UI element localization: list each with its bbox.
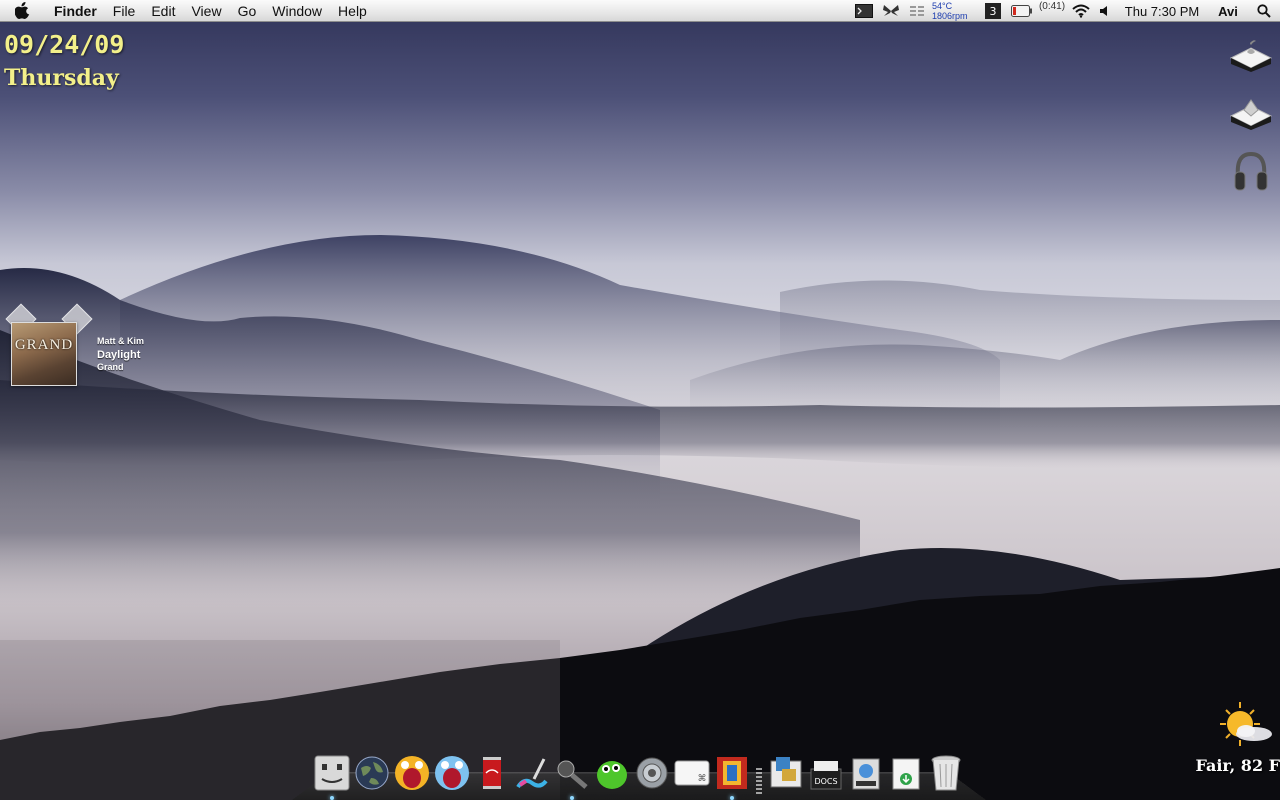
terminal-menu-extra[interactable] <box>850 0 878 22</box>
album-art-title: GRAND <box>12 337 76 354</box>
album-name: Grand <box>97 362 144 372</box>
docs-label: DOCS <box>814 777 837 786</box>
dock-keyboard-key[interactable]: ⌘ <box>672 752 712 794</box>
headphones-icon <box>1232 150 1270 194</box>
dock-screaming-face-blue[interactable] <box>432 752 472 794</box>
dock-coca-cola[interactable] <box>472 752 512 794</box>
media-stack-icon <box>848 755 884 791</box>
terminal-icon <box>855 4 873 18</box>
running-indicator <box>730 796 734 800</box>
battery-time-remaining: (0:41) <box>1036 0 1068 22</box>
drive-icon <box>1229 36 1273 72</box>
photo-booth-icon <box>715 755 749 791</box>
date-widget: 09/24/09 Thursday <box>4 30 124 91</box>
cpu-meter-icon <box>909 4 925 18</box>
spaces-menu-extra[interactable]: 3 <box>978 0 1008 22</box>
day-text: Thursday <box>4 65 124 91</box>
keyboard-key-icon: ⌘ <box>674 759 710 787</box>
now-playing-widget: GRAND Matt & Kim Daylight Grand <box>8 308 168 392</box>
dock-globe[interactable] <box>352 752 392 794</box>
track-name: Daylight <box>97 349 144 361</box>
running-indicator <box>570 796 574 800</box>
coca-cola-can-icon <box>481 755 503 791</box>
screaming-face-icon <box>394 755 430 791</box>
dock-gear[interactable] <box>632 752 672 794</box>
dock-green-creature[interactable] <box>592 752 632 794</box>
menu-bar: Finder File Edit View Go Window Help 54°… <box>0 0 1280 22</box>
dock-media-stack[interactable] <box>846 752 886 794</box>
drive-icon <box>1229 94 1273 130</box>
temperature-value: 54°C <box>932 1 952 11</box>
dock-downloads-stack[interactable] <box>886 752 926 794</box>
dock-screaming-face[interactable] <box>392 752 432 794</box>
temperature-monitor[interactable]: 54°C 1806rpm <box>930 0 978 22</box>
dock-docs-stack[interactable]: DOCS <box>806 752 846 794</box>
sun-cloud-icon <box>1216 700 1276 750</box>
menu-file[interactable]: File <box>105 0 144 22</box>
gear-icon <box>635 756 669 790</box>
dock-photo-booth[interactable] <box>712 752 752 794</box>
fast-user-switching[interactable]: Avi <box>1208 0 1248 22</box>
dock-finder[interactable] <box>312 752 352 794</box>
running-indicator <box>330 796 334 800</box>
spotlight-button[interactable] <box>1248 0 1280 22</box>
wifi-icon <box>1072 4 1090 18</box>
finder-icon <box>314 755 350 791</box>
spaces-icon: 3 <box>985 3 1001 19</box>
desktop-headphones[interactable] <box>1228 152 1274 192</box>
volume-menu-extra[interactable] <box>1094 0 1116 22</box>
wifi-menu-extra[interactable] <box>1068 0 1094 22</box>
svg-text:⌘: ⌘ <box>698 774 707 784</box>
menu-help[interactable]: Help <box>330 0 375 22</box>
downloads-stack-icon <box>889 755 923 791</box>
applications-stack-icon <box>768 755 804 791</box>
butterfly-icon <box>882 4 900 18</box>
weather-condition: Fair, 82 F <box>1195 756 1280 775</box>
trash-icon <box>930 754 962 792</box>
green-creature-icon <box>594 755 630 791</box>
menu-go[interactable]: Go <box>230 0 265 22</box>
svg-text:3: 3 <box>990 5 997 18</box>
dock-paint[interactable] <box>512 752 552 794</box>
album-art[interactable]: GRAND <box>11 322 77 386</box>
status-menus: 54°C 1806rpm 3 (0:41) Thu 7:30 PM Avi <box>850 0 1280 22</box>
dock-separator[interactable] <box>752 752 766 794</box>
desktop-drive-2[interactable] <box>1228 92 1274 132</box>
battery-icon <box>1011 5 1033 17</box>
date-text: 09/24/09 <box>4 30 124 59</box>
artist-name: Matt & Kim <box>97 336 144 346</box>
apple-menu[interactable] <box>0 0 44 22</box>
paint-icon <box>514 755 550 791</box>
menu-view[interactable]: View <box>183 0 229 22</box>
desktop-drive-1[interactable] <box>1228 34 1274 74</box>
docs-stack-icon: DOCS <box>808 755 844 791</box>
cpu-meter-menu-extra[interactable] <box>904 0 930 22</box>
dock: ⌘ DOCS <box>312 746 966 794</box>
menu-clock[interactable]: Thu 7:30 PM <box>1116 0 1208 22</box>
dock-applications-stack[interactable] <box>766 752 806 794</box>
butterfly-menu-extra[interactable] <box>878 0 904 22</box>
fan-speed-value: 1806rpm <box>932 11 968 21</box>
weather-widget: Fair, 82 F <box>1190 700 1280 790</box>
search-icon <box>1257 4 1271 18</box>
dock-trash[interactable] <box>926 752 966 794</box>
menu-window[interactable]: Window <box>264 0 330 22</box>
screaming-face-blue-icon <box>434 755 470 791</box>
dock-microphone[interactable] <box>552 752 592 794</box>
desktop-wallpaper <box>0 0 1280 800</box>
speaker-icon <box>1099 5 1111 17</box>
globe-icon <box>355 756 389 790</box>
app-menu-finder[interactable]: Finder <box>44 0 105 22</box>
microphone-icon <box>554 755 590 791</box>
battery-menu-extra[interactable] <box>1008 0 1036 22</box>
apple-icon <box>15 2 30 19</box>
menu-edit[interactable]: Edit <box>143 0 183 22</box>
track-info: Matt & Kim Daylight Grand <box>97 336 144 372</box>
